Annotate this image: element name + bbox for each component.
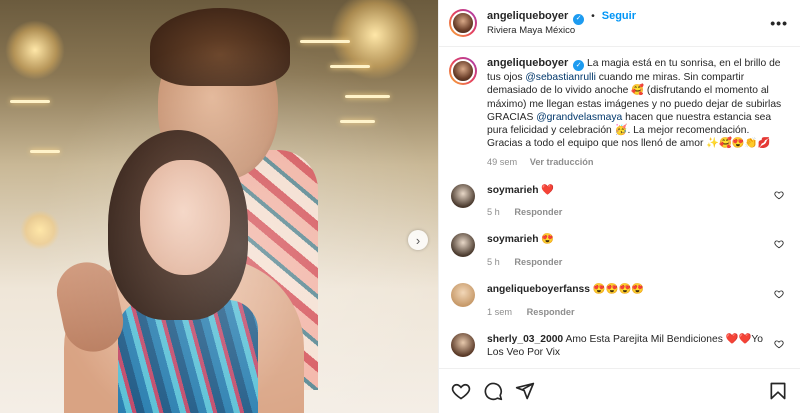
- comment-icon[interactable]: [483, 381, 503, 401]
- photo-haze: [0, 0, 438, 413]
- next-image-button[interactable]: ›: [408, 230, 428, 250]
- commenter-avatar[interactable]: [451, 332, 475, 357]
- commenter-avatar[interactable]: [451, 233, 475, 258]
- post-location[interactable]: Riviera Maya México: [487, 25, 636, 37]
- heart-icon[interactable]: [774, 239, 784, 249]
- reply-button[interactable]: Responder: [527, 307, 575, 317]
- comment-time[interactable]: 1 sem: [487, 307, 512, 317]
- more-options-icon[interactable]: •••: [770, 15, 788, 31]
- caption-text: Gracias a todo el equipo que nos llenó d…: [487, 138, 771, 150]
- post-header: angeliqueboyer ✓ • Seguir Riviera Maya M…: [439, 0, 800, 47]
- share-icon[interactable]: [515, 381, 535, 401]
- post-caption: angeliqueboyer ✓ La magia está en tu son…: [449, 57, 790, 170]
- caption-author-username[interactable]: angeliqueboyer: [487, 57, 568, 69]
- comment-username[interactable]: angeliqueboyerfanss: [487, 284, 590, 295]
- comment-item: sherly_03_2000 Amo Esta Parejita Mil Ben…: [449, 332, 790, 360]
- separator-dot: •: [591, 9, 595, 22]
- caption-author-avatar[interactable]: [449, 57, 477, 85]
- chevron-right-icon: ›: [415, 232, 421, 248]
- comment-time[interactable]: 5 h: [487, 207, 500, 217]
- heart-icon[interactable]: [774, 190, 784, 200]
- post-image[interactable]: ›: [0, 0, 438, 413]
- comment-text: ❤️: [541, 184, 555, 196]
- verified-badge-icon: ✓: [573, 60, 585, 72]
- mention-link[interactable]: @sebastianrulli: [525, 72, 596, 83]
- commenter-avatar[interactable]: [451, 183, 475, 208]
- reply-button[interactable]: Responder: [514, 207, 562, 217]
- comment-username[interactable]: soymarieh: [487, 185, 539, 196]
- comments-area[interactable]: angeliqueboyer ✓ La magia está en tu son…: [439, 47, 800, 368]
- heart-icon[interactable]: [774, 339, 784, 349]
- mention-link[interactable]: @grandvelasmaya: [536, 112, 622, 123]
- heart-icon[interactable]: [774, 289, 784, 299]
- post-actions-bar: [439, 368, 800, 413]
- follow-button[interactable]: Seguir: [602, 10, 636, 22]
- author-username[interactable]: angeliqueboyer: [487, 10, 568, 22]
- post-panel: angeliqueboyer ✓ • Seguir Riviera Maya M…: [438, 0, 800, 413]
- translate-link[interactable]: Ver traducción: [530, 157, 594, 167]
- comment-username[interactable]: soymarieh: [487, 234, 539, 245]
- author-avatar[interactable]: [449, 9, 477, 37]
- heart-icon[interactable]: [451, 381, 471, 401]
- comment-item: soymarieh ❤️ 5 h Responder: [449, 183, 790, 220]
- bookmark-icon[interactable]: [768, 381, 788, 401]
- verified-badge-icon: ✓: [573, 13, 585, 25]
- comment-item: angeliqueboyerfanss 😍😍😍😍 1 sem Responder: [449, 283, 790, 319]
- comment-username[interactable]: sherly_03_2000: [487, 334, 563, 345]
- comment-time[interactable]: 5 h: [487, 257, 500, 267]
- comment-text: 😍😍😍😍: [592, 284, 645, 296]
- comment-item: soymarieh 😍 5 h Responder: [449, 233, 790, 269]
- post-time[interactable]: 49 sem: [487, 157, 517, 167]
- commenter-avatar[interactable]: [451, 283, 475, 308]
- comment-text: 😍: [541, 234, 555, 246]
- reply-button[interactable]: Responder: [514, 257, 562, 267]
